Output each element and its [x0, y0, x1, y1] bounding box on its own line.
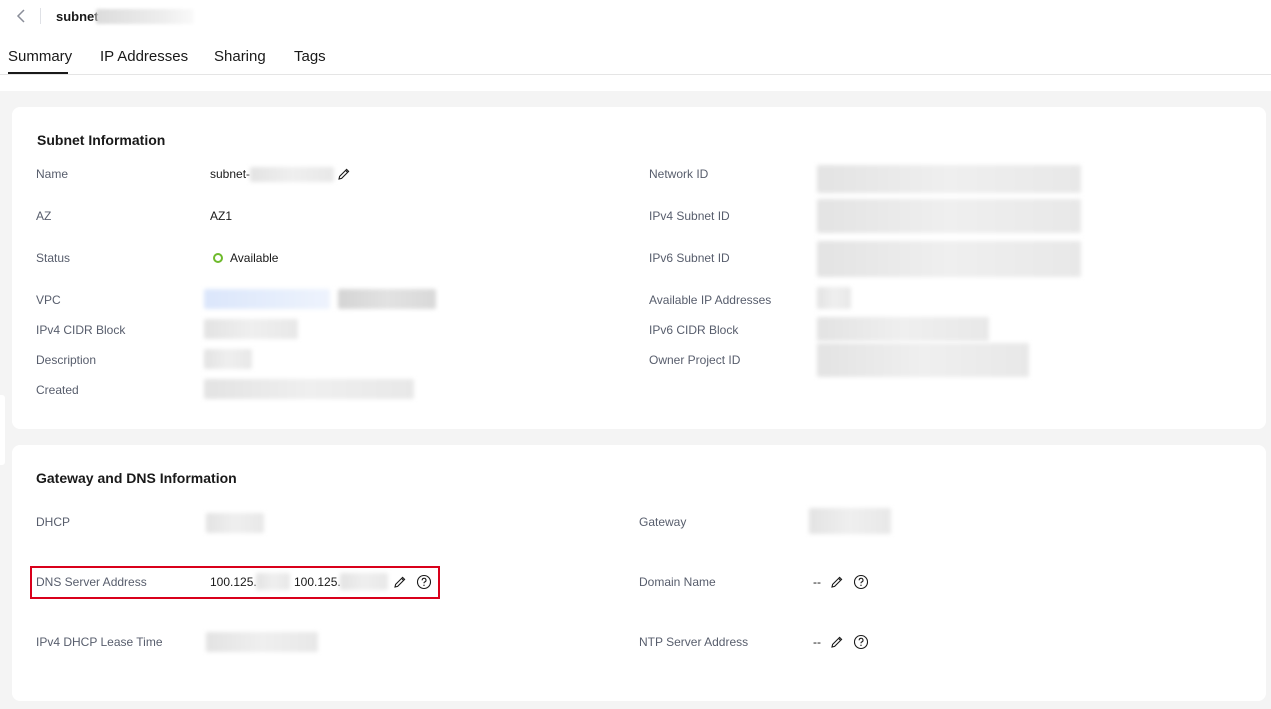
vpc-label: VPC — [36, 293, 61, 307]
edit-name-icon[interactable] — [336, 166, 352, 182]
redacted-gateway — [809, 508, 891, 534]
tab-sharing[interactable]: Sharing — [214, 48, 266, 65]
redacted-ipv6-cidr — [817, 317, 989, 341]
redacted-dhcp-value — [206, 513, 264, 533]
tab-tags[interactable]: Tags — [294, 48, 326, 65]
name-value: subnet- — [210, 167, 251, 181]
ipv4-cidr-label: IPv4 CIDR Block — [36, 323, 126, 337]
ntp-server-value: -- — [813, 635, 821, 649]
redacted-dns-1 — [256, 573, 290, 590]
dns-server-value-2: 100.125. — [294, 575, 341, 589]
available-ip-label: Available IP Addresses — [649, 293, 772, 307]
edit-domain-icon[interactable] — [829, 574, 845, 590]
status-available-icon — [213, 253, 223, 263]
gateway-dns-title: Gateway and DNS Information — [36, 470, 237, 486]
edit-ntp-icon[interactable] — [829, 634, 845, 650]
tab-summary[interactable]: Summary — [8, 48, 72, 65]
redacted-vpc-detail — [338, 289, 436, 309]
active-tab-indicator — [8, 72, 68, 74]
ipv6-cidr-label: IPv6 CIDR Block — [649, 323, 739, 337]
side-handle[interactable] — [0, 395, 5, 465]
ipv6-subnet-id-label: IPv6 Subnet ID — [649, 251, 730, 265]
top-bar: subnet- — [0, 0, 1271, 32]
domain-help-icon[interactable] — [853, 574, 869, 590]
redacted-lease-time — [206, 632, 318, 652]
gateway-label: Gateway — [639, 515, 687, 529]
az-value: AZ1 — [210, 209, 233, 223]
redacted-name — [250, 167, 334, 182]
vpc-link[interactable] — [204, 289, 330, 309]
ntp-server-label: NTP Server Address — [639, 635, 749, 649]
redacted-owner-project-id — [817, 343, 1029, 377]
redacted-ipv4-subnet-id — [817, 199, 1081, 233]
network-id-label: Network ID — [649, 167, 709, 181]
name-label: Name — [36, 167, 69, 181]
header-divider — [40, 8, 41, 24]
tab-ip-addresses[interactable]: IP Addresses — [100, 48, 188, 65]
dns-server-value-1: 100.125. — [210, 575, 257, 589]
back-arrow-icon[interactable] — [14, 7, 30, 25]
redacted-ipv4-cidr — [204, 319, 298, 339]
redacted-dns-2 — [340, 573, 388, 590]
ipv4-lease-time-label: IPv4 DHCP Lease Time — [36, 635, 163, 649]
ipv4-subnet-id-label: IPv4 Subnet ID — [649, 209, 730, 223]
redacted-network-id — [817, 165, 1081, 193]
edit-dns-icon[interactable] — [392, 574, 408, 590]
redacted-subnet-name — [96, 9, 194, 24]
az-label: AZ — [36, 209, 52, 223]
tab-bar: Summary IP Addresses Sharing Tags — [0, 38, 1271, 75]
created-label: Created — [36, 383, 79, 397]
subnet-information-title: Subnet Information — [37, 132, 166, 148]
status-label: Status — [36, 251, 71, 265]
domain-name-value: -- — [813, 575, 821, 589]
dns-help-icon[interactable] — [416, 574, 432, 590]
status-value: Available — [230, 251, 279, 265]
dhcp-label: DHCP — [36, 515, 71, 529]
dns-server-label: DNS Server Address — [36, 575, 147, 589]
redacted-available-ip — [817, 287, 851, 309]
domain-name-label: Domain Name — [639, 575, 716, 589]
redacted-created-time — [204, 379, 414, 399]
owner-project-id-label: Owner Project ID — [649, 353, 741, 367]
ntp-help-icon[interactable] — [853, 634, 869, 650]
redacted-description — [204, 349, 252, 369]
description-label: Description — [36, 353, 97, 367]
redacted-ipv6-subnet-id — [817, 241, 1081, 277]
